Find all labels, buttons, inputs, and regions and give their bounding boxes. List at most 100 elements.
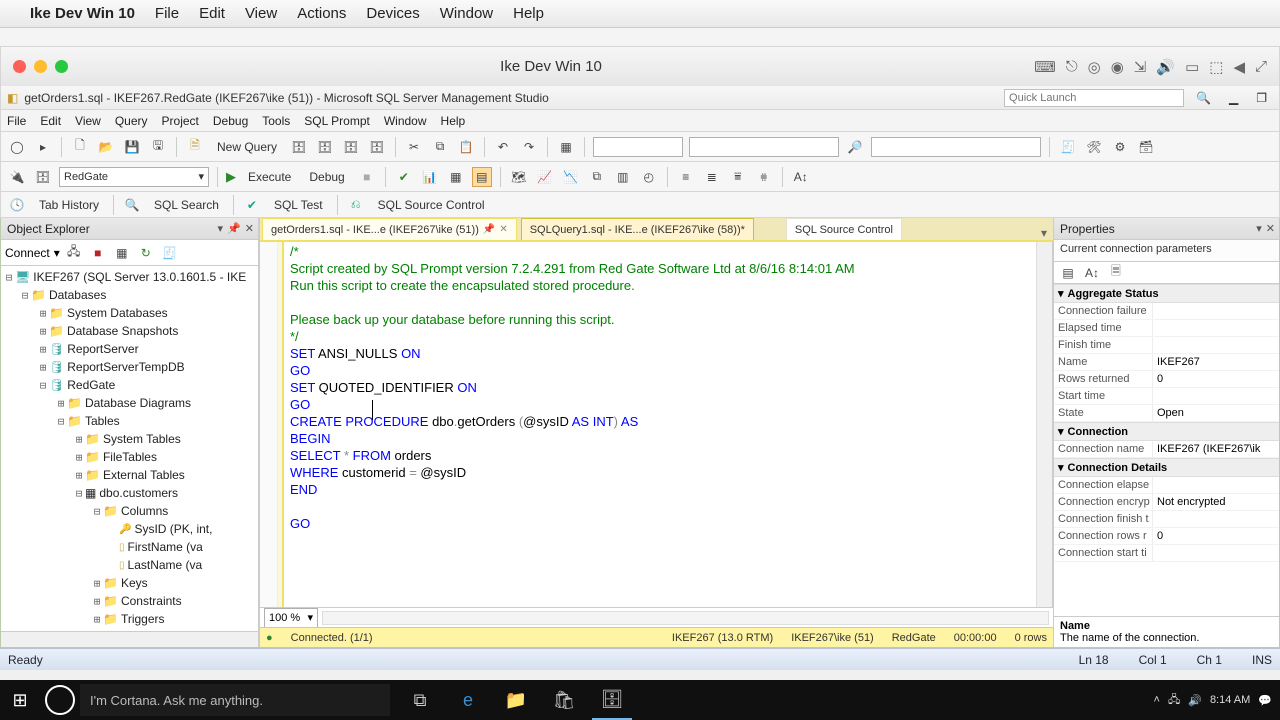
props-pages-icon[interactable]: 🗏 <box>1106 263 1126 283</box>
sql-sc-button[interactable]: SQL Source Control <box>372 195 491 215</box>
cortana-icon[interactable] <box>45 685 75 715</box>
sql-test-button[interactable]: SQL Test <box>268 195 329 215</box>
tree-toggle[interactable]: ⊟ <box>91 503 103 520</box>
save-all-icon[interactable]: 🖫 <box>148 137 168 157</box>
uncomment-icon[interactable]: ⩷ <box>754 167 774 187</box>
collapse-icon[interactable]: ▾ <box>1058 425 1064 438</box>
execute-icon[interactable]: ▶ <box>226 169 236 185</box>
mac-menu-file[interactable]: File <box>155 5 179 22</box>
mac-app-name[interactable]: Ike Dev Win 10 <box>30 5 135 22</box>
mac-menubar[interactable]: Ike Dev Win 10 File Edit View Actions De… <box>0 0 1280 28</box>
nav-back-icon[interactable]: ◯ <box>7 137 27 157</box>
zoom-combo[interactable]: 100 %▾ <box>264 608 318 628</box>
props-close-icon[interactable]: ✕ <box>1266 222 1275 235</box>
debug-button[interactable]: Debug <box>303 167 350 187</box>
tree-toggle[interactable]: ⊞ <box>37 341 49 358</box>
close-window-icon[interactable] <box>13 60 26 73</box>
tree-toggle[interactable]: ⊟ <box>73 485 85 502</box>
menu-project[interactable]: Project <box>162 114 199 128</box>
edge-icon[interactable]: e <box>448 680 488 720</box>
ssms-task-icon[interactable]: 🗄 <box>592 680 632 720</box>
tree-server[interactable]: IKEF267 (SQL Server 13.0.1601.5 - IKE <box>33 269 246 286</box>
db-query1-icon[interactable]: 🗄 <box>289 137 309 157</box>
outdent-icon[interactable]: ≣ <box>702 167 722 187</box>
stats-icon[interactable]: 📈 <box>535 167 555 187</box>
categorize-icon[interactable]: ▤ <box>1058 263 1078 283</box>
tree-keys[interactable]: Keys <box>121 575 148 592</box>
client-stats-icon[interactable]: ⧉ <box>587 167 607 187</box>
props-dropdown-icon[interactable]: ▾ <box>1256 222 1262 235</box>
cortana-search-input[interactable]: I'm Cortana. Ask me anything. <box>80 684 390 716</box>
tree-toggle[interactable]: ⊞ <box>73 449 85 466</box>
db-query2-icon[interactable]: 🗄 <box>315 137 335 157</box>
tree-snap[interactable]: Database Snapshots <box>67 323 178 340</box>
disc2-icon[interactable]: ◉ <box>1111 58 1124 76</box>
collapse-icon[interactable]: ▾ <box>1058 287 1064 300</box>
tabs-overflow-icon[interactable]: ▾ <box>1035 226 1053 240</box>
db-query3-icon[interactable]: 🗄 <box>341 137 361 157</box>
tree-triggers[interactable]: Triggers <box>121 611 165 628</box>
mac-menu-devices[interactable]: Devices <box>366 5 419 22</box>
menu-file[interactable]: File <box>7 114 26 128</box>
results-text-icon[interactable]: ▤ <box>472 167 492 187</box>
zoom-window-icon[interactable] <box>55 60 68 73</box>
rg-tool3-icon[interactable]: 🗃 <box>1136 137 1156 157</box>
search-icon[interactable]: 🔍 <box>1190 91 1217 105</box>
keyboard-icon[interactable]: ⌨ <box>1034 58 1056 76</box>
tree-columns[interactable]: Columns <box>121 503 168 520</box>
tree-toggle[interactable]: ⊞ <box>73 431 85 448</box>
sql-search-button[interactable]: SQL Search <box>148 195 225 215</box>
rg-tool2-icon[interactable]: ⚙ <box>1110 137 1130 157</box>
file-explorer-icon[interactable]: 📁 <box>496 680 536 720</box>
collapse-icon[interactable]: ▾ <box>1058 461 1064 474</box>
menu-debug[interactable]: Debug <box>213 114 248 128</box>
fold-gutter[interactable] <box>260 242 278 607</box>
menu-sqlprompt[interactable]: SQL Prompt <box>304 114 370 128</box>
back-icon[interactable]: ◀ <box>1233 58 1245 76</box>
oe-stop-icon[interactable]: ■ <box>88 243 108 263</box>
alpha-icon[interactable]: A↕ <box>1082 263 1102 283</box>
live-stats-icon[interactable]: 📉 <box>561 167 581 187</box>
tree-databases[interactable]: Databases <box>49 287 106 304</box>
new-project-icon[interactable]: 🗋 <box>70 137 90 157</box>
tree-toggle[interactable]: ⊞ <box>37 305 49 322</box>
tree-filetables[interactable]: FileTables <box>103 449 157 466</box>
database-combo[interactable]: RedGate▾ <box>59 167 209 187</box>
tree-diagrams[interactable]: Database Diagrams <box>85 395 191 412</box>
find-icon[interactable]: 🔎 <box>845 137 865 157</box>
sqlcmd-icon[interactable]: ▥ <box>613 167 633 187</box>
oe-dropdown-icon[interactable]: ▾ <box>218 222 224 235</box>
db-icon[interactable]: 🗄 <box>33 167 53 187</box>
tree-tables[interactable]: Tables <box>85 413 120 430</box>
execute-button[interactable]: Execute <box>242 167 297 187</box>
tree-reportserver[interactable]: ReportServer <box>67 341 138 358</box>
tray-volume-icon[interactable]: 🔊 <box>1188 694 1202 707</box>
menu-edit[interactable]: Edit <box>40 114 61 128</box>
tree-toggle[interactable]: ⊟ <box>3 269 15 286</box>
parse-icon[interactable]: ✔ <box>394 167 414 187</box>
db-query4-icon[interactable]: 🗄 <box>367 137 387 157</box>
system-tray[interactable]: ˄ 🖧 🔊 8:14 AM 💬 <box>1146 691 1280 710</box>
connect-button[interactable]: Connect <box>5 246 50 260</box>
rg-tool1-icon[interactable]: 🛠 <box>1084 137 1104 157</box>
tree-redgate[interactable]: RedGate <box>67 377 115 394</box>
save-icon[interactable]: 💾 <box>122 137 142 157</box>
intellisense-icon[interactable]: ◴ <box>639 167 659 187</box>
menu-query[interactable]: Query <box>115 114 148 128</box>
new-query-icon[interactable]: 🗎 <box>185 137 205 157</box>
sound-icon[interactable]: 🔊 <box>1156 58 1175 76</box>
config-combo[interactable] <box>689 137 839 157</box>
paste-icon[interactable]: 📋 <box>456 137 476 157</box>
task-view-icon[interactable]: ⧉ <box>400 680 440 720</box>
tree-toggle[interactable]: ⊟ <box>37 377 49 394</box>
disc-icon[interactable]: ◎ <box>1088 58 1101 76</box>
menu-window[interactable]: Window <box>384 114 427 128</box>
oe-disconnect-icon[interactable]: 🖧 <box>64 243 84 263</box>
store-icon[interactable]: 🛍 <box>544 680 584 720</box>
tray-clock[interactable]: 8:14 AM <box>1210 694 1250 707</box>
editor-hscrollbar[interactable] <box>322 611 1049 625</box>
tab-close-icon[interactable]: ✕ <box>499 224 507 235</box>
oe-filter-icon[interactable]: ▦ <box>112 243 132 263</box>
usb-icon[interactable]: ⎋ <box>1066 58 1078 76</box>
tree-toggle[interactable]: ⊟ <box>19 287 31 304</box>
